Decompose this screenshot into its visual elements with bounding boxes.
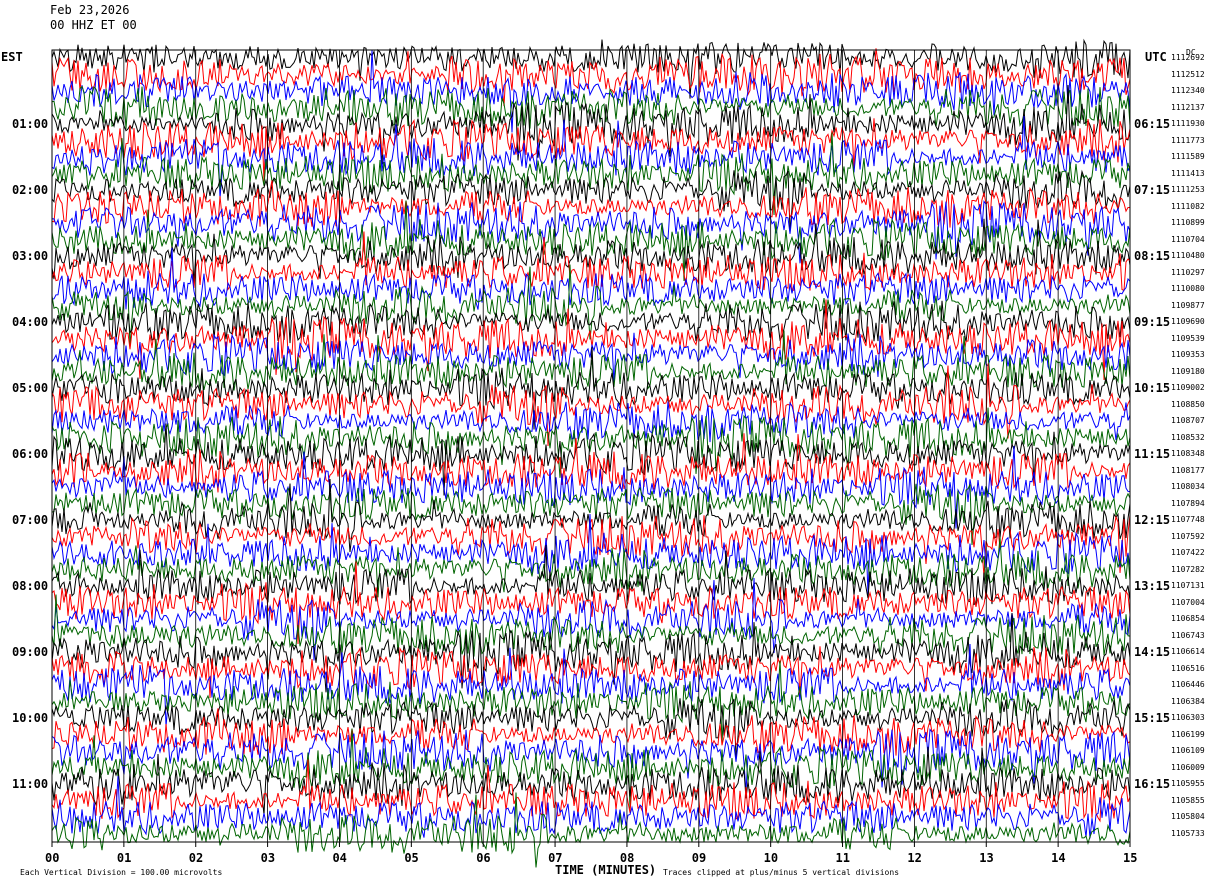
right-timezone-label: UTC [1145, 50, 1167, 64]
dc-offset-label: 1111930 [1171, 119, 1205, 129]
est-hour-label: 11:00 [12, 777, 49, 791]
x-tick-label-00: 00 [45, 851, 60, 865]
est-hour-label: 03:00 [12, 249, 49, 263]
est-hour-label: 01:00 [12, 117, 49, 131]
x-tick-label-05: 05 [404, 851, 419, 865]
dc-offset-label: 1109180 [1171, 366, 1205, 376]
dc-offset-label: 1106303 [1171, 713, 1205, 723]
x-tick-label-01: 01 [116, 851, 132, 865]
utc-hour-label: 13:15 [1134, 579, 1171, 593]
dc-offset-label: 1106446 [1171, 680, 1205, 690]
dc-offset-label: 1112692 [1171, 53, 1205, 63]
dc-offset-label: 1107282 [1171, 564, 1205, 574]
dc-offset-label: 1106199 [1171, 729, 1205, 739]
dc-offset-label: 1112512 [1171, 69, 1205, 79]
x-tick-label-04: 04 [332, 851, 347, 865]
x-tick-label-14: 14 [1051, 851, 1066, 865]
dc-offset-label: 1106854 [1171, 614, 1205, 624]
x-tick-label-02: 02 [188, 851, 204, 865]
x-tick-label-03: 03 [260, 851, 276, 865]
x-axis [51, 842, 1131, 847]
dc-offset-label: 1110080 [1171, 284, 1205, 294]
dc-offset-label: 1110704 [1171, 234, 1205, 244]
x-tick-label-15: 15 [1123, 851, 1138, 865]
dc-offset-label: 1109690 [1171, 317, 1205, 327]
dc-offset-label: 1107422 [1171, 548, 1205, 558]
left-timezone-label: EST [1, 50, 23, 64]
dc-offset-label: 1107748 [1171, 515, 1205, 525]
dc-offset-label: 1110899 [1171, 218, 1205, 228]
dc-offset-label: 1106614 [1171, 647, 1205, 657]
dc-offset-label: 1109353 [1171, 350, 1205, 360]
utc-hour-label: 11:15 [1134, 447, 1171, 461]
utc-hour-label: 10:15 [1134, 381, 1171, 395]
utc-hour-label: 14:15 [1134, 645, 1171, 659]
x-tick-label-06: 06 [476, 851, 491, 865]
dc-offset-label: 1110297 [1171, 267, 1205, 277]
est-hour-label: 09:00 [12, 645, 49, 659]
est-hour-label: 05:00 [12, 381, 49, 395]
dc-offset-label: 1105955 [1171, 779, 1205, 789]
helicorder-chart [51, 38, 1131, 868]
dc-offset-label: 1111082 [1171, 201, 1205, 211]
dc-offset-label: 1106743 [1171, 630, 1205, 640]
est-hour-label: 10:00 [12, 711, 49, 725]
utc-hour-label: 09:15 [1134, 315, 1171, 329]
dc-offset-label: 1105855 [1171, 795, 1205, 805]
est-hour-label: 04:00 [12, 315, 49, 329]
station-channel: 00 HHZ ET 00 [50, 18, 137, 32]
utc-hour-label: 08:15 [1134, 249, 1171, 263]
dc-offset-label: 1107131 [1171, 581, 1205, 591]
dc-offset-label: 1107894 [1171, 498, 1205, 508]
x-tick-label-12: 12 [907, 851, 922, 865]
trace-row-5 [51, 84, 1131, 165]
clip-note: Traces clipped at plus/minus 5 vertical … [663, 868, 900, 877]
dc-offset-label: 1106516 [1171, 663, 1205, 673]
utc-hour-label: 06:15 [1134, 117, 1171, 131]
est-hour-label: 06:00 [12, 447, 49, 461]
trace-row-41 [51, 697, 1131, 760]
x-tick-label-11: 11 [835, 851, 850, 865]
dc-offset-label: 1106109 [1171, 746, 1205, 756]
dc-offset-label: 1111413 [1171, 168, 1205, 178]
x-tick-label-13: 13 [979, 851, 994, 865]
utc-hour-label: 12:15 [1134, 513, 1171, 527]
dc-offset-label: 1108707 [1171, 416, 1205, 426]
dc-offset-label: 1105804 [1171, 812, 1205, 822]
scale-note: Each Vertical Division = 100.00 microvol… [20, 868, 223, 877]
dc-offset-label: 1105733 [1171, 828, 1205, 838]
seismic-traces [51, 38, 1131, 868]
dc-offset-label: 1108034 [1171, 482, 1205, 492]
est-hour-label: 02:00 [12, 183, 49, 197]
dc-offset-label: 1106384 [1171, 696, 1205, 706]
dc-offset-label: 1112137 [1171, 102, 1205, 112]
dc-offset-label: 1112340 [1171, 86, 1205, 96]
dc-offset-label: 1111589 [1171, 152, 1205, 162]
est-hour-label: 08:00 [12, 579, 49, 593]
dc-offset-label: 1106009 [1171, 762, 1205, 772]
dc-offset-label: 1107004 [1171, 597, 1205, 607]
dc-offset-label: 1107592 [1171, 531, 1205, 541]
dc-offset-label: 1111773 [1171, 135, 1205, 145]
dc-offset-label: 1109002 [1171, 383, 1205, 393]
x-axis-title: TIME (MINUTES) [555, 863, 657, 877]
dc-offset-label: 1108348 [1171, 449, 1205, 459]
est-hour-label: 07:00 [12, 513, 49, 527]
chart-date: Feb 23,2026 [50, 3, 130, 17]
dc-offset-label: 1108850 [1171, 399, 1205, 409]
utc-hour-label: 16:15 [1134, 777, 1171, 791]
dc-offset-label: 1110480 [1171, 251, 1205, 261]
dc-offset-label: 1111253 [1171, 185, 1205, 195]
dc-offset-label: 1109539 [1171, 333, 1205, 343]
x-tick-label-10: 10 [763, 851, 779, 865]
x-tick-label-09: 09 [691, 851, 707, 865]
dc-offset-label: 1109877 [1171, 300, 1205, 310]
dc-offset-label: 1108177 [1171, 465, 1205, 475]
dc-offset-label: 1108532 [1171, 432, 1205, 442]
utc-hour-label: 07:15 [1134, 183, 1171, 197]
utc-hour-label: 15:15 [1134, 711, 1171, 725]
